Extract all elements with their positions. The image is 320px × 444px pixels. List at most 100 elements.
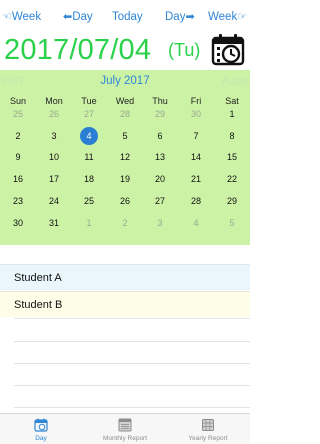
calendar-day-number: 31 xyxy=(48,218,59,228)
calendar-day[interactable]: 26 xyxy=(107,192,143,210)
current-date: 2017/07/04 xyxy=(4,34,152,66)
student-row-b[interactable]: Student B xyxy=(0,291,250,317)
calendar-day[interactable]: 18 xyxy=(71,170,107,188)
prev-day-label: Day xyxy=(72,11,93,23)
calendar-day-number: 11 xyxy=(84,152,94,162)
calendar-day[interactable]: 24 xyxy=(36,192,72,210)
calendar-day[interactable]: 31 xyxy=(36,214,72,232)
calendar-day[interactable]: 13 xyxy=(142,148,178,166)
calendar-day-number: 29 xyxy=(154,109,165,119)
calendar-day[interactable]: 6 xyxy=(142,127,178,145)
calendar-day-number: 8 xyxy=(229,131,235,141)
calendar-day-number: 1 xyxy=(86,218,92,228)
calendar-day-number: 13 xyxy=(154,152,165,162)
calendar-day-number: 29 xyxy=(226,196,237,206)
calendar-day-number: 21 xyxy=(190,174,201,184)
calendar-day[interactable]: 2 xyxy=(107,214,143,232)
list-divider xyxy=(14,341,250,342)
calendar-day-number: 28 xyxy=(190,196,201,206)
calendar-day-number: 10 xyxy=(48,152,59,162)
current-weekday: (Tu) xyxy=(168,40,201,60)
calendar-day[interactable]: 25 xyxy=(71,192,107,210)
calendar-picker-button[interactable] xyxy=(211,32,247,68)
calendar-day-number: 23 xyxy=(12,196,23,206)
calendar-day[interactable]: 27 xyxy=(71,105,107,123)
calendar-day[interactable]: 10 xyxy=(36,148,72,166)
calendar-day-number: 30 xyxy=(190,109,201,119)
calendar-day[interactable]: 30 xyxy=(0,214,36,232)
arrow-right-icon: ➡ xyxy=(185,11,195,23)
yearly-report-icon xyxy=(202,419,214,431)
calendar-day-number: 22 xyxy=(226,174,237,184)
calendar-day-number: 7 xyxy=(193,131,199,141)
calendar-day-number: 25 xyxy=(12,109,23,119)
next-month-label[interactable]: Augus xyxy=(222,76,250,87)
list-divider xyxy=(14,407,250,408)
prev-day-button[interactable]: ⬅Day xyxy=(63,8,93,26)
calendar-day[interactable]: 30 xyxy=(178,105,214,123)
calendar-day[interactable]: 1 xyxy=(214,105,250,123)
next-day-label: Day xyxy=(165,11,186,23)
calendar-day-selected[interactable]: 4 xyxy=(71,127,107,145)
student-row-a[interactable]: Student A xyxy=(0,264,250,290)
calendar-day[interactable]: 29 xyxy=(142,105,178,123)
calendar-day-number: 1 xyxy=(229,109,235,119)
calendar-day-number: 27 xyxy=(83,109,94,119)
calendar-day[interactable]: 28 xyxy=(107,105,143,123)
calendar-day[interactable]: 28 xyxy=(178,192,214,210)
calendar-day[interactable]: 22 xyxy=(214,170,250,188)
calendar-day-number: 18 xyxy=(83,174,94,184)
calendar-day[interactable]: 8 xyxy=(214,127,250,145)
calendar-day-number: 26 xyxy=(119,196,130,206)
calendar-day[interactable]: 3 xyxy=(142,214,178,232)
tab-monthly-report[interactable]: Monthly Report xyxy=(95,414,155,444)
tab-day-label: Day xyxy=(35,435,47,442)
calendar-day[interactable]: 27 xyxy=(142,192,178,210)
tab-day[interactable]: Day xyxy=(26,414,56,444)
calendar-day-number: 6 xyxy=(157,131,163,141)
calendar-day[interactable]: 4 xyxy=(178,214,214,232)
calendar-day[interactable]: 19 xyxy=(107,170,143,188)
arrow-left-icon: ⬅ xyxy=(63,11,73,23)
calendar-day[interactable]: 2 xyxy=(0,127,36,145)
calendar-day[interactable]: 11 xyxy=(71,148,107,166)
calendar-header: 2017 July 2017 Augus xyxy=(0,75,250,90)
calendar-day-number: 3 xyxy=(51,131,57,141)
calendar-day[interactable]: 9 xyxy=(0,148,36,166)
calendar-day[interactable]: 5 xyxy=(214,214,250,232)
calendar-day-number: 12 xyxy=(119,152,130,162)
calendar-day-number: 20 xyxy=(154,174,165,184)
calendar-day[interactable]: 16 xyxy=(0,170,36,188)
calendar-day[interactable]: 15 xyxy=(214,148,250,166)
next-day-button[interactable]: Day➡ xyxy=(165,8,195,26)
calendar-day[interactable]: 12 xyxy=(107,148,143,166)
calendar-day-number: 17 xyxy=(48,174,59,184)
next-week-button[interactable]: Week☞ xyxy=(208,8,247,26)
calendar-day[interactable]: 29 xyxy=(214,192,250,210)
calendar-day[interactable]: 5 xyxy=(107,127,143,145)
calendar-day[interactable]: 14 xyxy=(178,148,214,166)
top-navigation: ☜Week ⬅Day Today Day➡ Week☞ xyxy=(0,8,250,26)
tab-monthly-report-label: Monthly Report xyxy=(102,435,148,442)
calendar-day[interactable]: 26 xyxy=(36,105,72,123)
month-title: July 2017 xyxy=(100,75,150,87)
calendar-day[interactable]: 23 xyxy=(0,192,36,210)
list-divider xyxy=(14,318,250,319)
calendar-day-number: 4 xyxy=(80,127,98,145)
calendar-day[interactable]: 17 xyxy=(36,170,72,188)
calendar-day[interactable]: 1 xyxy=(71,214,107,232)
prev-week-label: Week xyxy=(11,11,42,23)
calendar-day-number: 3 xyxy=(157,218,163,228)
calendar-day[interactable]: 20 xyxy=(142,170,178,188)
calendar-day-number: 4 xyxy=(193,218,199,228)
calendar-day[interactable]: 25 xyxy=(0,105,36,123)
calendar-day-number: 14 xyxy=(190,152,201,162)
calendar-day[interactable]: 3 xyxy=(36,127,72,145)
calendar-day-number: 19 xyxy=(119,174,130,184)
calendar-day-number: 16 xyxy=(12,174,23,184)
calendar-day[interactable]: 21 xyxy=(178,170,214,188)
today-button[interactable]: Today xyxy=(112,8,143,26)
tab-yearly-report[interactable]: Yearly Report xyxy=(178,414,238,444)
calendar-day[interactable]: 7 xyxy=(178,127,214,145)
prev-week-button[interactable]: ☜Week xyxy=(2,8,41,26)
